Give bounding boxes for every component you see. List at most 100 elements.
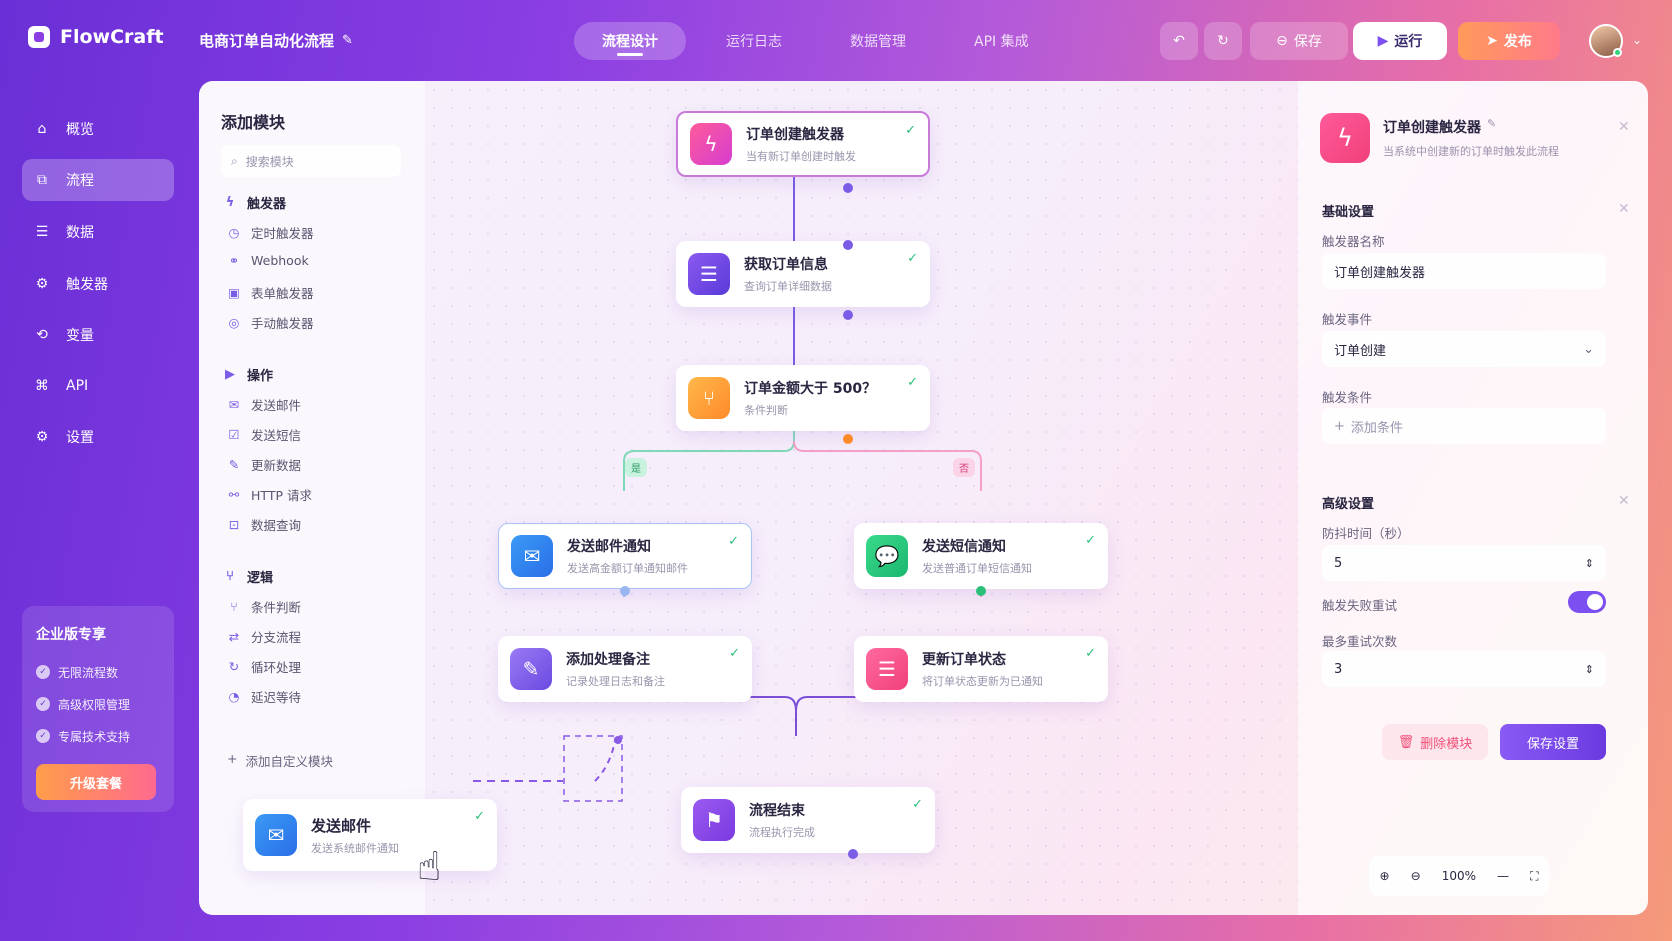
module-item[interactable]: ☑ 发送短信 [227, 425, 301, 444]
api-icon: ⌘ [35, 378, 49, 394]
module-item[interactable]: ⚯ HTTP 请求 [227, 485, 312, 504]
collapse-icon[interactable]: ✕ [1618, 201, 1630, 217]
feature-label: 高级权限管理 [58, 697, 131, 712]
zoom-in-icon[interactable]: ⊕ [1380, 869, 1390, 883]
node-flow-end[interactable]: ⚑ 流程结束 流程执行完成 ✓ [681, 787, 935, 853]
node-order-trigger[interactable]: ϟ 订单创建触发器 当有新订单创建时触发 ✓ [676, 111, 930, 177]
node-subtitle: 记录处理日志和备注 [566, 675, 665, 688]
module-item[interactable]: ▣ 表单触发器 [227, 283, 313, 302]
module-item[interactable]: ⇄ 分支流程 [227, 627, 301, 646]
nav-overview[interactable]: ⌂ 概览 [22, 108, 174, 150]
edit-icon[interactable]: ✎ [1487, 117, 1496, 137]
port-dot[interactable] [976, 586, 986, 596]
port-dot[interactable] [620, 586, 630, 596]
zoom-out-icon[interactable]: ⊖ [1411, 869, 1421, 883]
module-item[interactable]: ↻ 循环处理 [227, 657, 301, 676]
edit-icon[interactable]: ✎ [342, 33, 353, 48]
group-logic[interactable]: ⑂ 逻辑 [223, 567, 273, 586]
bolt-icon: ϟ [690, 123, 732, 165]
database-icon: ☰ [35, 224, 49, 240]
publish-icon: ➤ [1486, 33, 1498, 49]
module-item[interactable]: ◔ 延迟等待 [227, 687, 301, 706]
module-item[interactable]: ✉ 发送邮件 [227, 395, 301, 414]
nav-data[interactable]: ☰ 数据 [22, 211, 174, 253]
node-send-sms[interactable]: 💬 发送短信通知 发送普通订单短信通知 ✓ [854, 523, 1108, 589]
branch-yes-label: 是 [625, 458, 647, 477]
node-send-email[interactable]: ✉ 发送邮件通知 发送高金额订单通知邮件 ✓ [498, 523, 752, 589]
node-condition[interactable]: ⑂ 订单金额大于 500？ 条件判断 ✓ [676, 365, 930, 431]
link-icon: ⚯ [228, 487, 240, 502]
node-title: 订单金额大于 500？ [744, 381, 877, 397]
query-icon: ⊡ [228, 517, 240, 532]
debounce-stepper[interactable]: 5 ⇕ [1322, 545, 1606, 581]
delete-module-button[interactable]: 🗑 删除模块 [1382, 724, 1488, 760]
save-settings-button[interactable]: 保存设置 [1500, 724, 1606, 760]
save-button[interactable]: ⊖ 保存 [1250, 22, 1348, 60]
stepper-arrows-icon[interactable]: ⇕ [1585, 557, 1594, 570]
nav-flow[interactable]: ⧉ 流程 [22, 159, 174, 201]
stepper-arrows-icon[interactable]: ⇕ [1585, 663, 1594, 676]
toggle-knob [1587, 594, 1603, 610]
plus-icon: + [227, 751, 238, 766]
retry-toggle[interactable] [1568, 591, 1606, 613]
upgrade-button[interactable]: 升级套餐 [36, 764, 156, 800]
nav-variables[interactable]: ⟲ 变量 [22, 314, 174, 356]
module-label: 分支流程 [251, 630, 302, 645]
redo-button[interactable]: ↻ [1204, 22, 1242, 60]
module-item[interactable]: ⑂ 条件判断 [227, 597, 301, 616]
mail-icon: ✉ [511, 535, 553, 577]
mail-icon: ✉ [255, 814, 297, 856]
port-dot[interactable] [843, 434, 853, 444]
node-add-note[interactable]: ✎ 添加处理备注 记录处理日志和备注 ✓ [498, 636, 752, 702]
run-button[interactable]: ▶ 运行 [1353, 22, 1447, 60]
stepper-value: 5 [1334, 555, 1343, 571]
group-triggers[interactable]: ϟ 触发器 [223, 193, 286, 212]
port-dot[interactable] [843, 240, 853, 250]
port-dot[interactable] [843, 183, 853, 193]
trigger-name-input[interactable]: 订单创建触发器 [1322, 253, 1606, 289]
publish-label: 发布 [1503, 34, 1532, 50]
undo-button[interactable]: ↶ [1160, 22, 1198, 60]
add-condition-button[interactable]: + 添加条件 [1322, 408, 1606, 444]
add-custom-module-button[interactable]: + 添加自定义模块 [227, 751, 333, 770]
group-actions[interactable]: ▶ 操作 [223, 365, 273, 384]
module-label: HTTP 请求 [251, 488, 312, 503]
minus-icon[interactable]: — [1497, 869, 1509, 883]
enterprise-card: 企业版专享 ✓ 无限流程数 ✓ 高级权限管理 ✓ 专属技术支持 升级套餐 [22, 606, 174, 812]
nav-api[interactable]: ⌘ API [22, 365, 174, 407]
search-icon: ⌕ [231, 153, 238, 168]
module-item[interactable]: ◷ 定时触发器 [227, 223, 314, 242]
module-item[interactable]: ⊡ 数据查询 [227, 515, 301, 534]
nav-label: 流程 [66, 173, 94, 189]
chevron-down-icon[interactable]: ⌄ [1632, 33, 1642, 47]
search-placeholder: 搜索模块 [245, 154, 294, 169]
module-search-input[interactable]: ⌕ 搜索模块 [221, 145, 401, 177]
trigger-event-select[interactable]: 订单创建 ⌄ [1322, 331, 1606, 367]
nav-triggers[interactable]: ⚙ 触发器 [22, 263, 174, 305]
port-dot[interactable] [848, 849, 858, 859]
tab-data-manage[interactable]: 数据管理 [822, 22, 934, 60]
module-label: 定时触发器 [251, 226, 314, 241]
port-dot[interactable] [843, 310, 853, 320]
module-item[interactable]: ⚭ Webhook [227, 253, 309, 268]
label-trigger-condition: 触发条件 [1322, 390, 1373, 405]
nav-settings[interactable]: ⚙ 设置 [22, 416, 174, 458]
collapse-icon[interactable]: ✕ [1618, 493, 1630, 509]
module-item[interactable]: ◎ 手动触发器 [227, 313, 314, 332]
dragging-module-send-email[interactable]: ✉ 发送邮件 发送系统邮件通知 ✓ [243, 799, 497, 871]
tab-api[interactable]: API 集成 [946, 22, 1057, 60]
tab-flow-design[interactable]: 流程设计 [574, 22, 686, 60]
tab-run-log[interactable]: 运行日志 [698, 22, 810, 60]
feature-item: ✓ 专属技术支持 [36, 720, 160, 752]
project-title[interactable]: 电商订单自动化流程 ✎ [199, 30, 353, 51]
node-update-status[interactable]: ☰ 更新订单状态 将订单状态更新为已通知 ✓ [854, 636, 1108, 702]
publish-button[interactable]: ➤ 发布 [1458, 22, 1560, 60]
max-retry-stepper[interactable]: 3 ⇕ [1322, 651, 1606, 687]
node-title: 流程结束 [749, 803, 805, 819]
fullscreen-icon[interactable]: ⛶ [1530, 869, 1538, 884]
close-icon[interactable]: ✕ [1618, 119, 1630, 135]
module-item[interactable]: ✎ 更新数据 [227, 455, 301, 474]
module-label: 条件判断 [251, 600, 302, 615]
node-fetch-order[interactable]: ☰ 获取订单信息 查询订单详细数据 ✓ [676, 241, 930, 307]
module-panel: 添加模块 ⌕ 搜索模块 ϟ 触发器 ◷ 定时触发器 ⚭ Webhook ▣ 表单触发器 … [199, 81, 425, 915]
